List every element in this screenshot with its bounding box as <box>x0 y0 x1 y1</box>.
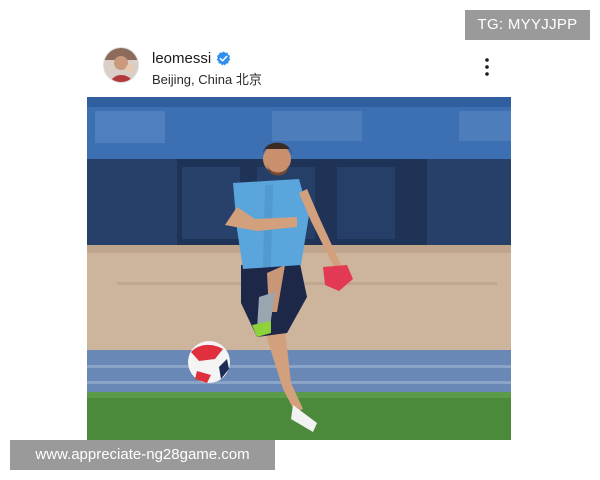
avatar[interactable] <box>103 47 139 83</box>
post-photo[interactable] <box>87 97 511 440</box>
photo-illustration <box>87 97 511 440</box>
post-header: leomessi Beijing, China 北京 <box>103 47 511 87</box>
watermark-bottom: www.appreciate-ng28game.com <box>10 440 275 470</box>
verified-badge-icon <box>216 51 231 66</box>
avatar-image <box>104 48 138 82</box>
more-options-icon[interactable] <box>475 55 499 79</box>
username[interactable]: leomessi <box>152 50 211 67</box>
username-row: leomessi <box>152 50 231 67</box>
location-label[interactable]: Beijing, China 北京 <box>152 69 262 88</box>
watermark-top: TG: MYYJJPP <box>465 10 590 40</box>
